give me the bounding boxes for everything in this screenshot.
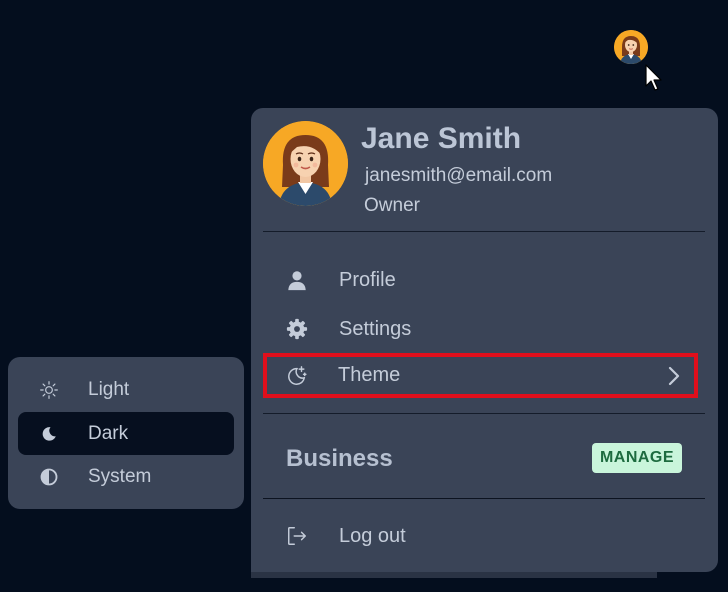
user-name: Jane Smith	[361, 122, 522, 155]
person-icon	[285, 268, 309, 292]
moon-icon	[38, 423, 60, 445]
avatar-icon	[614, 30, 648, 64]
theme-option-system[interactable]: System	[18, 455, 234, 498]
menu-item-label: Log out	[339, 524, 406, 547]
menu-item-label: Theme	[338, 364, 401, 386]
theme-option-dark[interactable]: Dark	[18, 412, 234, 455]
avatar-icon	[263, 121, 348, 206]
gear-icon	[285, 317, 309, 341]
account-avatar-button[interactable]	[614, 30, 648, 64]
divider	[263, 413, 705, 414]
sun-icon	[38, 379, 60, 401]
theme-option-label: System	[88, 465, 152, 487]
theme-option-label: Light	[88, 378, 130, 400]
contrast-icon	[38, 466, 60, 488]
menu-item-profile[interactable]: Profile	[267, 260, 697, 300]
user-email: janesmith@email.com	[365, 165, 553, 186]
user-role: Owner	[364, 195, 420, 216]
menu-item-label: Settings	[339, 317, 412, 340]
menu-item-theme[interactable]: Theme	[263, 353, 698, 398]
mouse-cursor-icon	[645, 64, 662, 91]
menu-item-label: Profile	[339, 268, 396, 291]
menu-item-settings[interactable]: Settings	[267, 309, 697, 349]
theme-option-label: Dark	[88, 422, 129, 444]
divider	[263, 498, 705, 499]
profile-avatar	[263, 121, 348, 206]
theme-submenu: Light Dark System	[8, 357, 244, 509]
theme-option-light[interactable]: Light	[18, 368, 234, 411]
business-label: Business	[286, 445, 393, 472]
account-menu: Jane Smith janesmith@email.com Owner Pro…	[251, 108, 718, 572]
menu-item-logout[interactable]: Log out	[267, 516, 697, 556]
divider	[263, 231, 705, 232]
logout-icon	[285, 524, 309, 548]
chevron-right-icon	[668, 366, 680, 386]
manage-business-button[interactable]: MANAGE	[592, 443, 682, 473]
moon-stars-icon	[284, 364, 308, 388]
